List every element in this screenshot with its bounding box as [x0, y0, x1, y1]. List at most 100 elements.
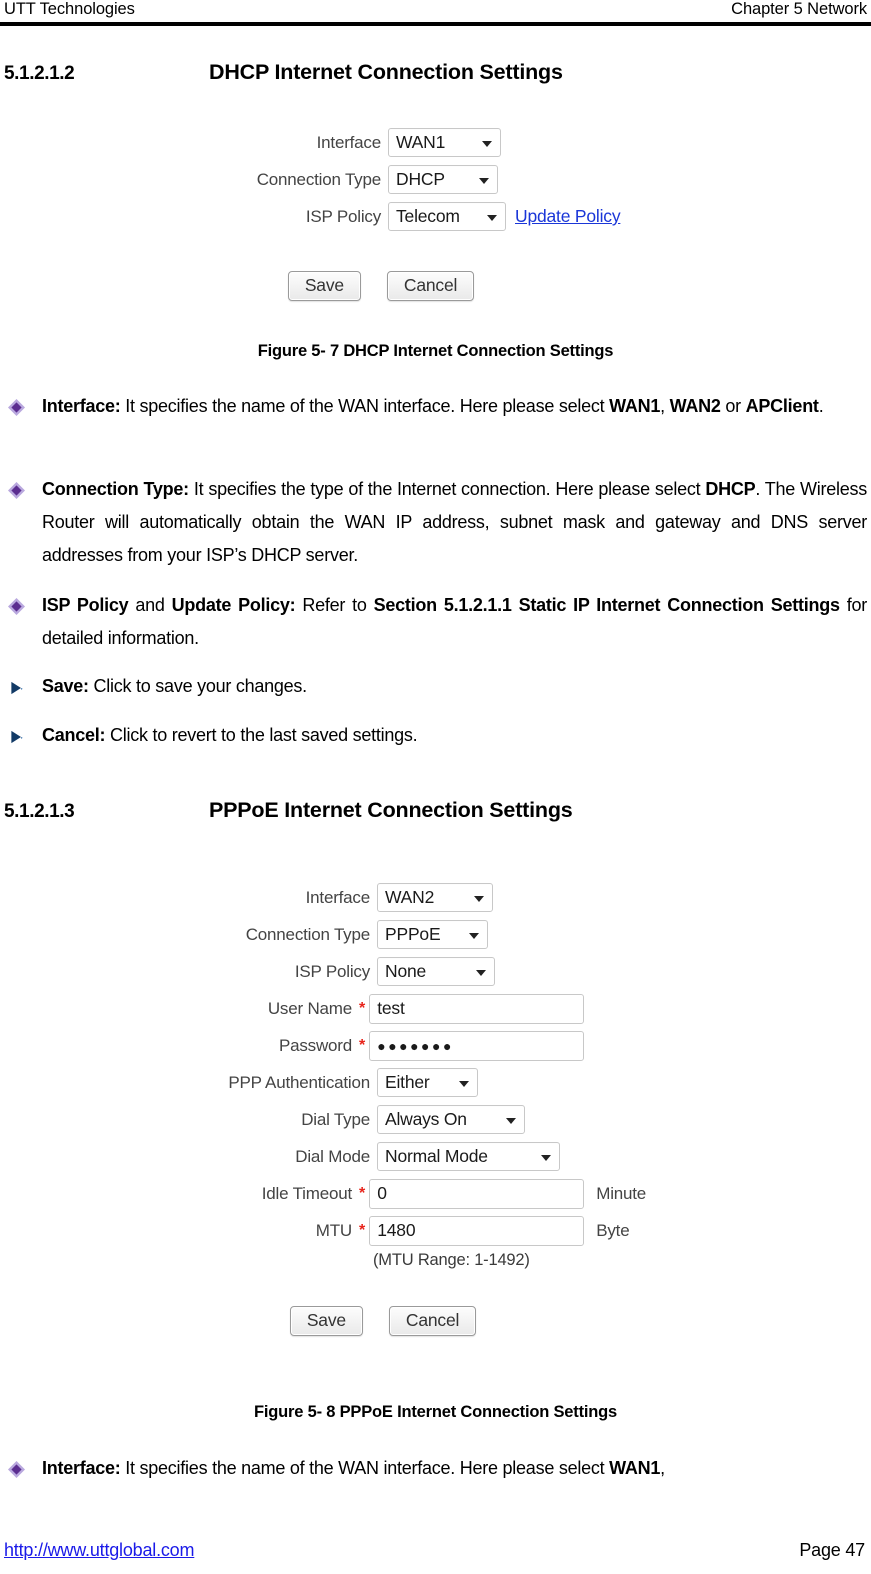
save-button[interactable]: Save	[289, 1306, 363, 1336]
idle-timeout-value: 0	[377, 1183, 387, 1203]
mtu-range-note: (MTU Range: 1-1492)	[373, 1251, 530, 1269]
form-row-isp-policy: ISP Policy Telecom Update Policy	[219, 200, 649, 233]
select-connection-type-value: DHCP	[396, 169, 445, 189]
arrow-bullet-icon	[11, 681, 23, 695]
select-interface-value: WAN2	[385, 887, 435, 907]
diamond-bullet-icon	[8, 482, 25, 499]
mtu-unit: Byte	[596, 1220, 630, 1240]
cancel-button[interactable]: Cancel	[388, 1306, 477, 1336]
password-value: ●●●●●●●	[377, 1037, 454, 1054]
chevron-down-icon	[469, 932, 479, 939]
form-row-connection-type: Connection Type DHCP	[219, 163, 649, 196]
select-interface[interactable]: WAN1	[388, 128, 501, 157]
form-row-idle-timeout: Idle Timeout * 0 Minute	[186, 1177, 686, 1210]
term-connection-type: Connection Type:	[42, 479, 189, 499]
cross-reference-section: Section 5.1.2.1.1 Static IP Internet Con…	[373, 595, 840, 615]
header-chapter-name: Chapter 5 Network	[731, 0, 867, 18]
label-connection-type: Connection Type	[245, 924, 370, 944]
mtu-value: 1480	[377, 1220, 416, 1240]
chevron-down-icon	[487, 214, 497, 221]
select-isp-policy[interactable]: None	[377, 957, 495, 986]
select-interface[interactable]: WAN2	[377, 883, 493, 912]
pppoe-form-buttons: Save Cancel	[178, 1306, 588, 1336]
select-isp-policy-value: Telecom	[396, 206, 460, 226]
form-row-user-name: User Name * test	[186, 992, 686, 1025]
section-number: 5.1.2.1.3	[4, 801, 75, 822]
select-dial-type[interactable]: Always On	[377, 1105, 525, 1134]
update-policy-link[interactable]: Update Policy	[506, 206, 621, 227]
form-row-interface: Interface WAN2	[186, 881, 686, 914]
label-dial-mode: Dial Mode	[295, 1146, 370, 1166]
required-asterisk: *	[359, 1184, 366, 1202]
select-connection-type[interactable]: PPPoE	[377, 920, 488, 949]
mtu-input[interactable]: 1480	[369, 1215, 585, 1246]
diamond-bullet-icon	[8, 399, 25, 416]
label-user-name: User Name	[267, 998, 352, 1018]
required-asterisk: *	[359, 999, 366, 1017]
label-ppp-authentication: PPP Authentication	[228, 1072, 370, 1092]
bullet-connection-type-text: Connection Type: It specifies the type o…	[42, 479, 867, 565]
bullet-cancel-text: Cancel: Click to revert to the last save…	[42, 725, 418, 745]
arrow-bullet-icon	[11, 730, 23, 744]
label-interface: Interface	[316, 132, 382, 152]
save-button[interactable]: Save	[287, 271, 361, 301]
bullet-interface-dhcp-text: Interface: It specifies the name of the …	[42, 396, 824, 416]
chevron-down-icon	[474, 895, 484, 902]
header-company-name: UTT Technologies	[4, 0, 135, 18]
user-name-input[interactable]: test	[369, 993, 585, 1024]
select-dial-mode-value: Normal Mode	[385, 1146, 488, 1166]
bullet-isp-policy: ISP Policy and Update Policy: Refer to S…	[4, 589, 867, 655]
form-row-connection-type: Connection Type PPPoE	[186, 918, 686, 951]
bullet-isp-policy-text: ISP Policy and Update Policy: Refer to S…	[42, 595, 867, 648]
label-idle-timeout: Idle Timeout	[261, 1183, 352, 1203]
select-ppp-authentication[interactable]: Either	[377, 1068, 478, 1097]
select-dial-mode[interactable]: Normal Mode	[377, 1142, 560, 1171]
footer-website-link[interactable]: http://www.uttglobal.com	[4, 1540, 194, 1561]
chevron-down-icon	[541, 1154, 551, 1161]
dhcp-settings-form: Interface WAN1 Connection Type DHCP ISP …	[219, 126, 649, 301]
form-row-mtu: MTU * 1480 Byte	[186, 1214, 686, 1247]
label-password: Password	[278, 1035, 352, 1055]
page-header: UTT Technologies Chapter 5 Network	[0, 0, 871, 27]
select-interface-value: WAN1	[396, 132, 446, 152]
cancel-button[interactable]: Cancel	[386, 271, 475, 301]
select-ppp-authentication-value: Either	[385, 1072, 430, 1092]
diamond-bullet-icon	[8, 1461, 25, 1478]
footer-page-number: Page 47	[799, 1540, 865, 1560]
dhcp-form-buttons: Save Cancel	[211, 271, 551, 301]
label-isp-policy: ISP Policy	[305, 206, 381, 226]
term-save: Save:	[42, 676, 89, 696]
label-isp-policy: ISP Policy	[294, 961, 370, 981]
bullet-connection-type: Connection Type: It specifies the type o…	[4, 473, 867, 572]
form-row-dial-type: Dial Type Always On	[186, 1103, 686, 1136]
form-row-password: Password * ●●●●●●●	[186, 1029, 686, 1062]
required-asterisk: *	[359, 1221, 366, 1239]
idle-timeout-input[interactable]: 0	[369, 1178, 585, 1209]
section-title: DHCP Internet Connection Settings	[209, 60, 563, 84]
bullet-save-text: Save: Click to save your changes.	[42, 676, 307, 696]
chevron-down-icon	[479, 177, 489, 184]
required-asterisk: *	[359, 1036, 366, 1054]
term-interface: Interface:	[42, 396, 121, 416]
user-name-value: test	[377, 998, 405, 1018]
bullet-interface-dhcp: Interface: It specifies the name of the …	[4, 390, 867, 423]
chevron-down-icon	[482, 140, 492, 147]
select-connection-type[interactable]: DHCP	[388, 165, 498, 194]
password-input[interactable]: ●●●●●●●	[369, 1030, 585, 1061]
select-isp-policy[interactable]: Telecom	[388, 202, 506, 231]
term-update-policy: Update Policy:	[171, 595, 296, 615]
label-connection-type: Connection Type	[256, 169, 381, 189]
bullet-cancel: Cancel: Click to revert to the last save…	[4, 719, 867, 752]
select-connection-type-value: PPPoE	[385, 924, 441, 944]
label-mtu: MTU	[315, 1220, 352, 1240]
form-row-interface: Interface WAN1	[219, 126, 649, 159]
section-heading-pppoe: 5.1.2.1.3 PPPoE Internet Connection Setti…	[4, 798, 867, 823]
form-row-isp-policy: ISP Policy None	[186, 955, 686, 988]
label-dial-type: Dial Type	[301, 1109, 370, 1129]
form-row-dial-mode: Dial Mode Normal Mode	[186, 1140, 686, 1173]
chevron-down-icon	[459, 1080, 469, 1087]
section-heading-dhcp: 5.1.2.1.2 DHCP Internet Connection Settin…	[4, 60, 867, 85]
bullet-save: Save: Click to save your changes.	[4, 670, 867, 703]
section-title: PPPoE Internet Connection Settings	[209, 798, 573, 822]
section-number: 5.1.2.1.2	[4, 63, 75, 84]
